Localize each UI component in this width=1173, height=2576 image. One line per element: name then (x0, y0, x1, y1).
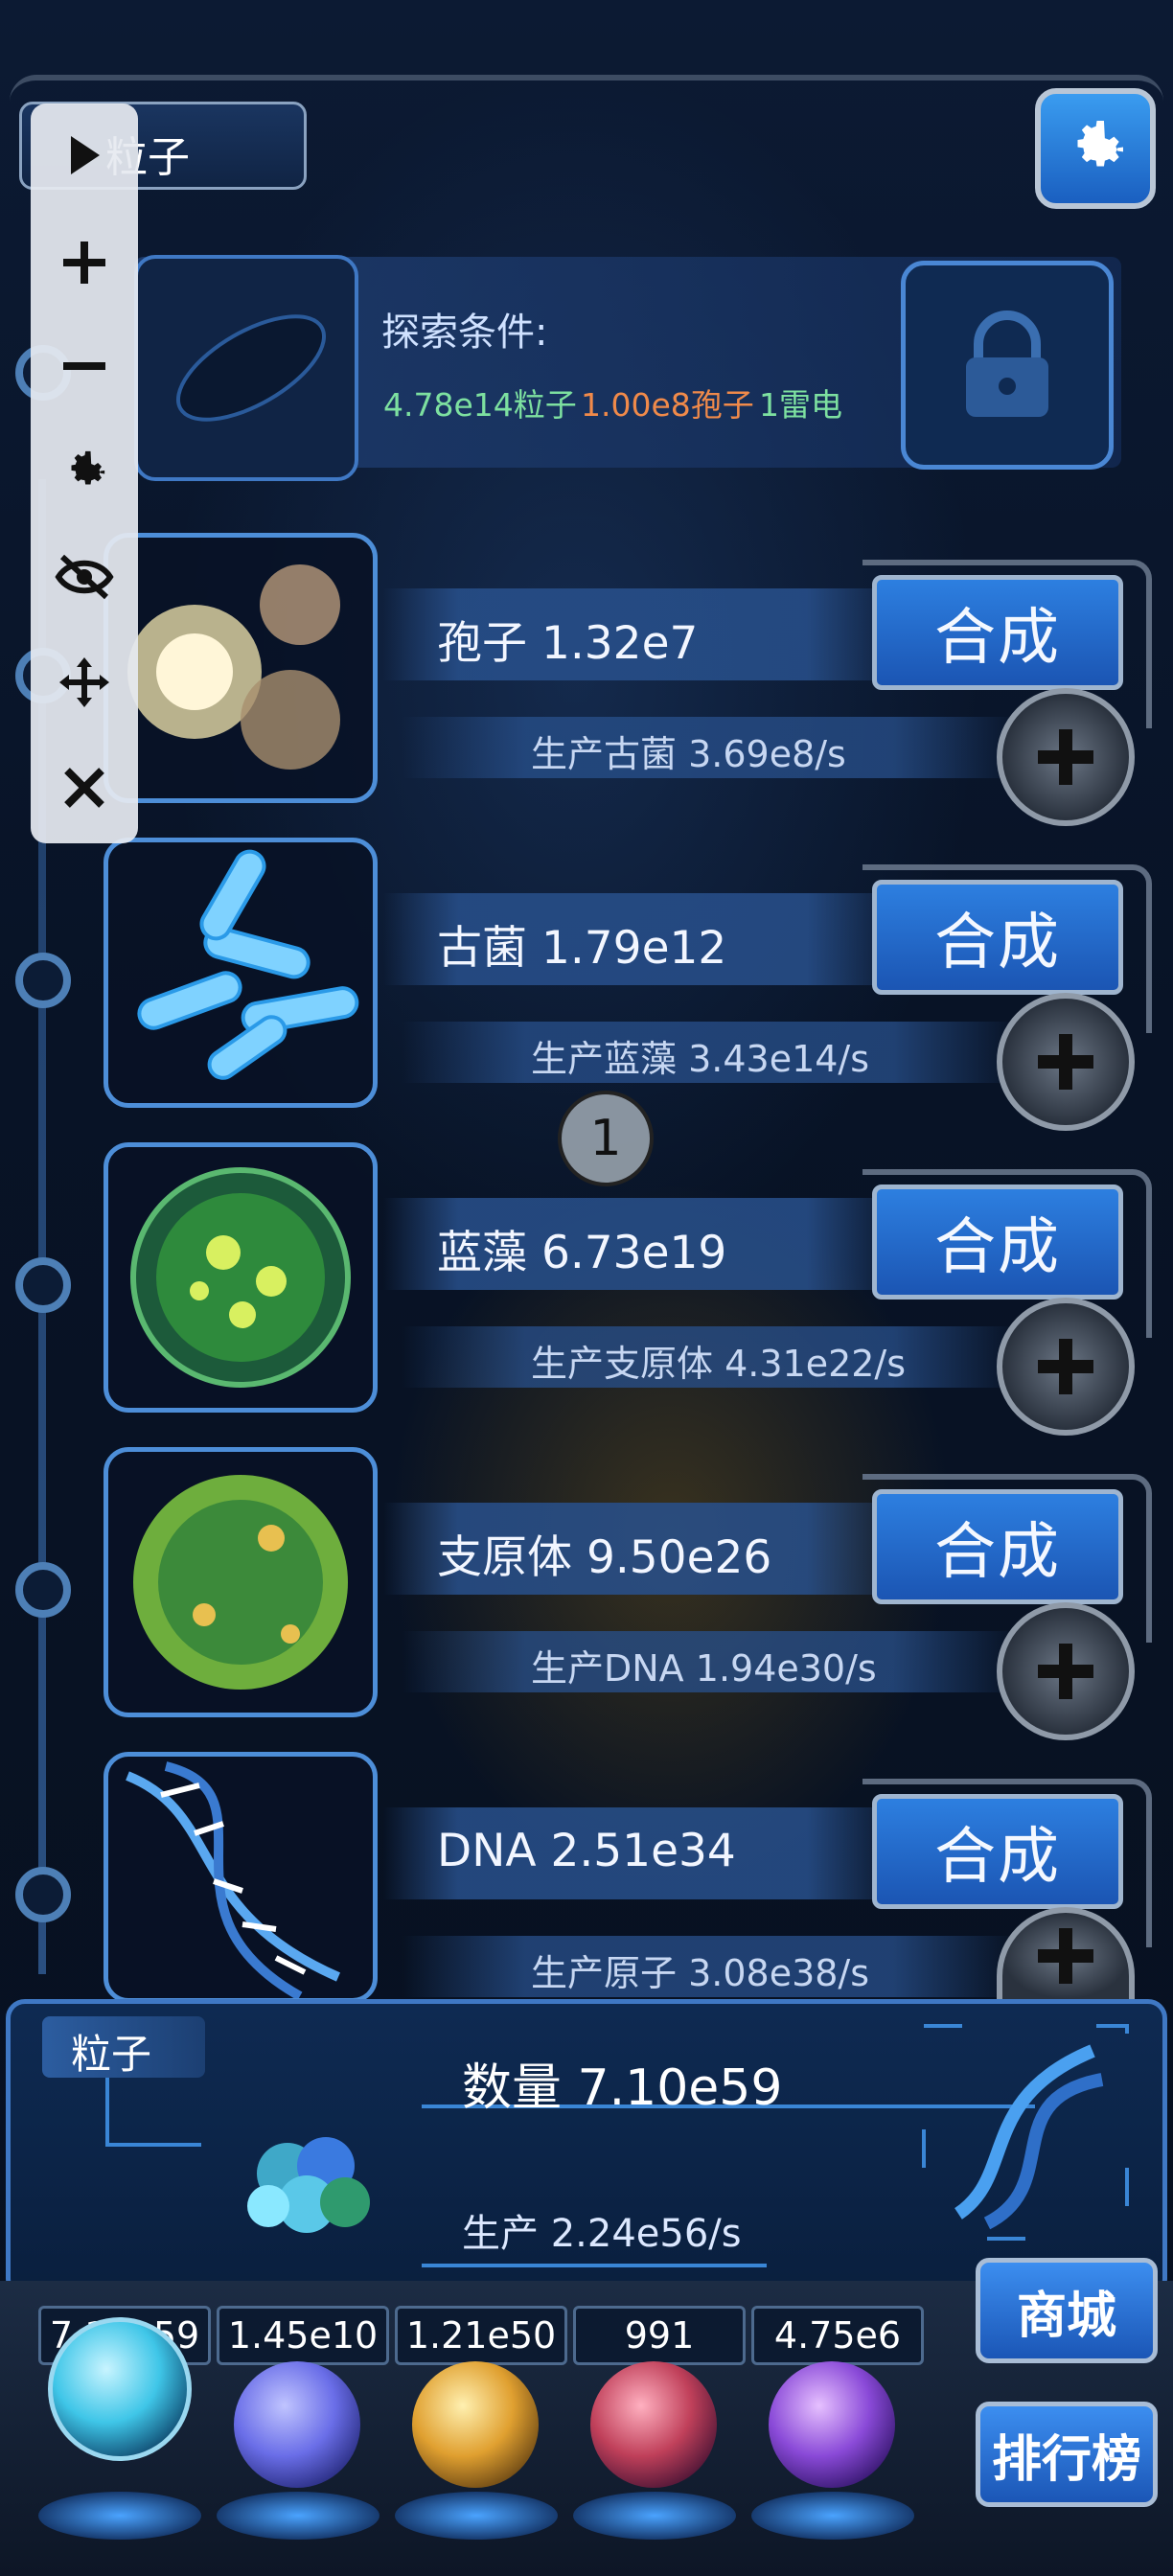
vortex-orb[interactable] (769, 2361, 895, 2488)
orb-base (395, 2492, 558, 2540)
dna-image (104, 1752, 378, 2003)
hide-button[interactable] (31, 529, 138, 625)
minus-icon (63, 362, 105, 370)
plus-icon (1038, 1644, 1093, 1699)
zoom-out-button[interactable] (31, 318, 138, 414)
close-button[interactable] (31, 740, 138, 836)
settings-button[interactable] (1035, 88, 1156, 209)
orb-base (217, 2492, 380, 2540)
gear-icon (1077, 121, 1123, 167)
craft-mycoplasma-button[interactable]: 合成 (872, 1489, 1123, 1604)
close-icon (64, 768, 104, 808)
mycoplasma-name: 支原体 9.50e26 (437, 1531, 772, 1584)
explore-lock-button[interactable] (901, 261, 1114, 470)
connector-line (105, 2143, 201, 2147)
summary-count: 数量 7.10e59 (462, 2059, 783, 2117)
archaea-production: 生产蓝藻 3.43e14/s (531, 1038, 870, 1080)
requirement-particles: 4.78e14粒子 (383, 386, 577, 424)
particles-orb[interactable] (48, 2317, 192, 2461)
craft-spore-button[interactable]: 合成 (872, 575, 1123, 690)
dna-production: 生产原子 3.08e38/s (531, 1952, 870, 1994)
particle-cluster-image (211, 2116, 402, 2254)
currency-value-brain: 991 (573, 2306, 746, 2365)
gear-icon (71, 450, 105, 485)
spore-production: 生产古菌 3.69e8/s (531, 733, 846, 775)
craft-cyanobacteria-button[interactable]: 合成 (872, 1184, 1123, 1300)
plus-icon (1038, 1339, 1093, 1394)
summary-production: 生产 2.24e56/s (462, 2212, 742, 2256)
currency-value-vortex: 4.75e6 (751, 2306, 924, 2365)
requirement-lightning: 1雷电 (759, 386, 842, 424)
mycoplasma-image (104, 1447, 378, 1717)
next-stage-image (134, 255, 358, 481)
summary-tag-label: 粒子 (71, 2031, 152, 2078)
plus-icon (63, 242, 105, 284)
plus-icon (1038, 729, 1093, 785)
energy-orb[interactable] (412, 2361, 539, 2488)
move-icon (59, 657, 109, 707)
zoom-in-button[interactable] (31, 215, 138, 310)
connector-line (422, 2264, 767, 2267)
orb-base (751, 2492, 914, 2540)
cyanobacteria-production: 生产支原体 4.31e22/s (531, 1343, 907, 1385)
spore-image (104, 533, 378, 803)
add-archaea-button[interactable] (997, 993, 1135, 1131)
archaea-image (104, 838, 378, 1108)
floating-toolbar (31, 104, 138, 843)
plus-icon (1038, 1928, 1093, 1984)
toolbar-settings-button[interactable] (31, 424, 138, 519)
ranking-button[interactable]: 排行榜 (976, 2402, 1158, 2507)
play-icon (67, 134, 102, 180)
archaea-name: 古菌 1.79e12 (437, 922, 727, 975)
cyanobacteria-name: 蓝藻 6.73e19 (437, 1227, 727, 1279)
add-spore-button[interactable] (997, 688, 1135, 826)
center-marker[interactable]: 1 (558, 1091, 654, 1186)
add-cyanobacteria-button[interactable] (997, 1298, 1135, 1436)
chain-node (15, 1257, 71, 1313)
plus-icon (1038, 1034, 1093, 1090)
explore-title: 探索条件: (381, 310, 548, 355)
orb-base (573, 2492, 736, 2540)
requirement-spores: 1.00e8孢子 (581, 386, 754, 424)
currency-value-lightning: 1.45e10 (217, 2306, 389, 2365)
chain-node (15, 1562, 71, 1618)
dna-decoration-icon (920, 2022, 1131, 2246)
cyanobacteria-image (104, 1142, 378, 1413)
chain-node (15, 953, 71, 1008)
spore-name: 孢子 1.32e7 (437, 617, 699, 670)
currency-value-energy: 1.21e50 (395, 2306, 567, 2365)
mycoplasma-production: 生产DNA 1.94e30/s (531, 1647, 877, 1690)
connector-line (105, 2078, 109, 2145)
chain-node (15, 1867, 71, 1922)
craft-dna-button[interactable]: 合成 (872, 1794, 1123, 1909)
move-button[interactable] (31, 634, 138, 730)
brain-orb[interactable] (590, 2361, 717, 2488)
lightning-orb[interactable] (234, 2361, 360, 2488)
orb-base (38, 2492, 201, 2540)
shop-button[interactable]: 商城 (976, 2258, 1158, 2363)
lock-icon (966, 310, 1048, 417)
dna-name: DNA 2.51e34 (437, 1825, 736, 1877)
eye-off-icon (55, 554, 114, 600)
add-mycoplasma-button[interactable] (997, 1602, 1135, 1740)
craft-archaea-button[interactable]: 合成 (872, 880, 1123, 995)
